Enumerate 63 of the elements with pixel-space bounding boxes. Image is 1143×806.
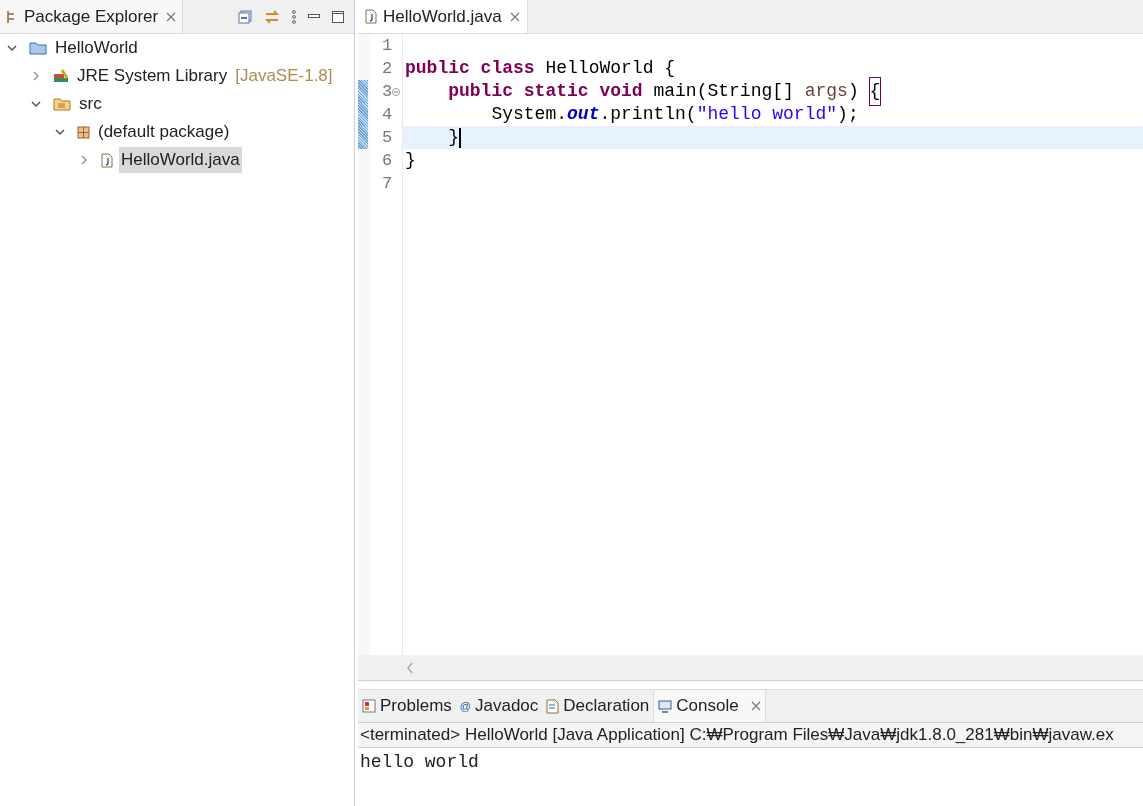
tree-item[interactable]: HelloWorld bbox=[53, 35, 140, 61]
expanded-chevron-icon[interactable] bbox=[7, 43, 17, 53]
line-number: 4 bbox=[382, 103, 393, 126]
at-sign-icon: @ bbox=[459, 700, 471, 712]
monitor-icon bbox=[658, 699, 673, 713]
code-token: main(String[] bbox=[652, 80, 795, 103]
code-token: } bbox=[447, 126, 459, 149]
line-number: 7 bbox=[382, 172, 393, 195]
panel-tab[interactable]: @ Javadoc bbox=[455, 690, 543, 722]
code-token: .println( bbox=[599, 103, 697, 126]
console-output: hello world bbox=[360, 752, 479, 772]
hierarchy-icon bbox=[6, 9, 16, 24]
editor-tab[interactable]: HelloWorld.java bbox=[358, 0, 528, 33]
maximize-icon[interactable] bbox=[332, 10, 344, 23]
line-number: 6 bbox=[382, 149, 393, 172]
package-icon bbox=[77, 125, 90, 139]
close-icon[interactable] bbox=[166, 11, 177, 22]
code-token: ) bbox=[847, 80, 860, 103]
editor-tab-title: HelloWorld.java bbox=[383, 5, 502, 28]
code-token: HelloWorld { bbox=[544, 57, 676, 80]
collapsed-chevron-icon[interactable] bbox=[79, 155, 89, 165]
tree-item-decoration: [JavaSE-1.8] bbox=[235, 65, 333, 88]
code-token: } bbox=[405, 149, 416, 172]
tree-item[interactable]: HelloWorld.java bbox=[119, 147, 242, 173]
java-file-icon bbox=[365, 9, 377, 24]
line-number: 5 bbox=[382, 126, 393, 149]
folder-icon bbox=[29, 41, 47, 55]
tree-item[interactable]: src bbox=[77, 91, 104, 117]
close-icon[interactable] bbox=[509, 11, 520, 22]
collapse-all-icon[interactable] bbox=[238, 9, 252, 24]
document-icon bbox=[546, 698, 560, 714]
code-token: public class bbox=[405, 57, 535, 80]
view-tab[interactable]: Package Explorer bbox=[0, 0, 184, 33]
books-icon bbox=[53, 69, 69, 83]
code-token: { bbox=[869, 78, 881, 105]
code-token: public static void bbox=[447, 80, 643, 103]
more-options-icon[interactable] bbox=[292, 9, 296, 24]
code-token: args bbox=[804, 80, 848, 103]
line-number: 1 bbox=[382, 34, 393, 57]
java-file-icon bbox=[101, 152, 113, 168]
panel-tab[interactable]: Problems bbox=[358, 690, 456, 722]
expanded-chevron-icon[interactable] bbox=[31, 99, 41, 109]
fold-icon[interactable] bbox=[392, 87, 401, 96]
line-number: 3 bbox=[382, 80, 393, 103]
panel-tab[interactable]: Console bbox=[653, 690, 766, 722]
minimize-icon[interactable] bbox=[308, 13, 320, 20]
console-status: <terminated> HelloWorld [Java Application] C:₩Program Files₩Java₩jdk1.8.0_281₩bin₩javaw.ex bbox=[360, 724, 1114, 747]
folder-icon bbox=[53, 97, 71, 111]
code-token: ); bbox=[837, 103, 859, 126]
panel-tab[interactable]: Declaration bbox=[542, 690, 654, 722]
link-arrows-icon[interactable] bbox=[264, 9, 280, 24]
code-token: System. bbox=[490, 103, 568, 126]
problems-icon bbox=[362, 699, 376, 713]
collapsed-chevron-icon[interactable] bbox=[31, 71, 41, 81]
close-icon[interactable] bbox=[750, 701, 761, 711]
tree-item[interactable]: JRE System Library bbox=[75, 63, 230, 89]
view-title: Package Explorer bbox=[24, 5, 159, 28]
expanded-chevron-icon[interactable] bbox=[55, 127, 65, 137]
code-token: out bbox=[567, 103, 600, 126]
line-number: 2 bbox=[382, 57, 393, 80]
code-token: "hello world" bbox=[696, 103, 838, 126]
tree-item[interactable]: (default package) bbox=[96, 119, 232, 145]
text-caret bbox=[459, 127, 461, 148]
